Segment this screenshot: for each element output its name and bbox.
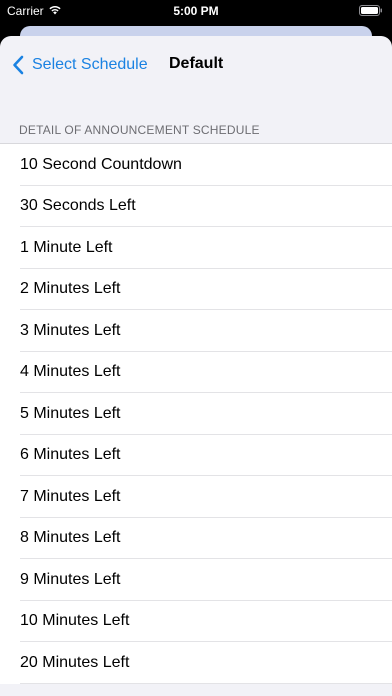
back-button[interactable]: Select Schedule (12, 53, 148, 77)
list-item[interactable]: 20 Minutes Left (0, 642, 392, 684)
list-item[interactable]: 5 Minutes Left (0, 393, 392, 435)
list-item-label: 10 Second Countdown (20, 155, 182, 173)
list-item[interactable]: 8 Minutes Left (0, 518, 392, 560)
list-item[interactable]: 4 Minutes Left (0, 352, 392, 394)
back-button-label: Select Schedule (32, 56, 148, 73)
list-item[interactable]: 2 Minutes Left (0, 269, 392, 311)
list-item-label: 20 Minutes Left (20, 653, 130, 671)
list-item-label: 8 Minutes Left (20, 529, 121, 547)
list-item-label: 5 Minutes Left (20, 404, 121, 422)
list-item-label: 6 Minutes Left (20, 446, 121, 464)
list-item-label: 7 Minutes Left (20, 487, 121, 505)
modal-sheet: Select Schedule Default DETAIL OF ANNOUN… (0, 36, 392, 696)
status-time: 5:00 PM (173, 4, 219, 18)
list-item-label: 10 Minutes Left (20, 612, 130, 630)
announcement-list: 10 Second Countdown 30 Seconds Left 1 Minu… (0, 143, 392, 684)
navigation-bar: Select Schedule Default (0, 36, 392, 94)
list-item[interactable]: 7 Minutes Left (0, 476, 392, 518)
list-item-label: 3 Minutes Left (20, 321, 121, 339)
list-item[interactable]: 30 Seconds Left (0, 186, 392, 228)
list-item[interactable]: 3 Minutes Left (0, 310, 392, 352)
chevron-left-icon (13, 55, 24, 75)
list-item[interactable]: 1 Minute Left (0, 227, 392, 269)
list-item-label: 30 Seconds Left (20, 197, 136, 215)
section-header: DETAIL OF ANNOUNCEMENT SCHEDULE (19, 123, 260, 137)
status-bar: Carrier 5:00 PM (0, 0, 392, 22)
list-item[interactable]: 10 Second Countdown (0, 144, 392, 186)
list-item[interactable]: 6 Minutes Left (0, 435, 392, 477)
list-item[interactable]: 10 Minutes Left (0, 601, 392, 643)
list-item-label: 2 Minutes Left (20, 280, 121, 298)
list-item[interactable]: 9 Minutes Left (0, 559, 392, 601)
list-item-label: 9 Minutes Left (20, 570, 121, 588)
list-item-label: 4 Minutes Left (20, 363, 121, 381)
page-title: Default (169, 55, 224, 72)
battery-icon (359, 5, 382, 16)
list-item-label: 1 Minute Left (20, 238, 113, 256)
